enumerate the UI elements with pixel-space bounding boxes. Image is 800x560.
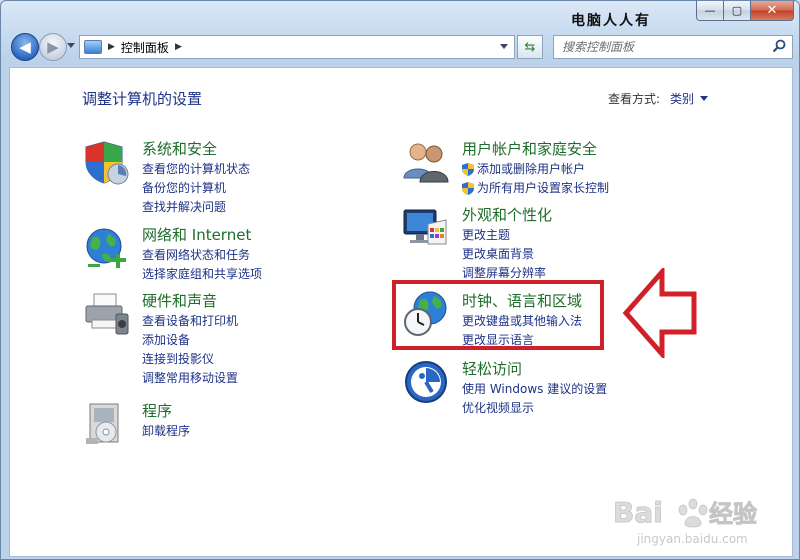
category-title-hardware-sound[interactable]: 硬件和声音 [142,290,402,312]
uac-shield-icon [462,163,474,176]
baidu-watermark: Bai 经验 jingyan.baidu.com [605,488,785,550]
category-title-appearance[interactable]: 外观和个性化 [462,204,722,226]
link-windows-suggested-settings[interactable]: 使用 Windows 建议的设置 [462,380,722,399]
close-button[interactable]: ✕ [751,1,794,21]
link-uninstall-program[interactable]: 卸载程序 [142,422,402,441]
link-add-device[interactable]: 添加设备 [142,331,402,350]
breadcrumb-chevron-icon[interactable]: ▶ [175,42,182,52]
link-view-network-status[interactable]: 查看网络状态和任务 [142,246,402,265]
view-by-label: 查看方式: [608,92,661,106]
window-caption: 电脑人人有 [571,13,651,29]
red-highlight-box [392,280,604,350]
window-buttons: — ▢ ✕ [696,1,794,21]
back-button[interactable]: ◀ [11,33,39,61]
baidu-paw-logo: Bai 经验 jingyan.baidu.com [613,496,758,546]
shield-icon[interactable] [82,138,130,186]
category-title-network-internet[interactable]: 网络和 Internet [142,224,402,246]
control-panel-icon [84,40,102,54]
link-add-remove-accounts[interactable]: 添加或删除用户帐户 [462,160,722,179]
link-homegroup-sharing[interactable]: 选择家庭组和共享选项 [142,265,402,284]
breadcrumb-separator-icon[interactable]: ▶ [108,42,115,52]
programs-icon[interactable] [82,400,130,448]
address-bar[interactable]: ▶ 控制面板 ▶ [79,35,515,59]
view-by-value[interactable]: 类别 [670,90,694,107]
dropdown-arrow-icon[interactable] [700,96,709,101]
category-text: 轻松访问 使用 Windows 建议的设置 优化视频显示 [462,358,722,418]
category-title-ease-of-access[interactable]: 轻松访问 [462,358,722,380]
ease-of-access-icon[interactable] [402,358,450,406]
category-title-programs[interactable]: 程序 [142,400,402,422]
watermark-brand-2: 经验 [709,500,757,528]
category-text: 用户帐户和家庭安全 添加或删除用户帐户 为所有用户设置家长控制 [462,138,722,198]
link-backup-computer[interactable]: 备份您的计算机 [142,179,402,198]
control-panel-window: 电脑人人有 — ▢ ✕ ◀ ▶ ▶ 控制面板 ▶ ⇆ 调整计算机的设置 查看方式… [0,0,800,560]
search-input[interactable] [560,39,770,55]
uac-shield-icon [462,182,474,195]
maximize-button[interactable]: ▢ [724,1,751,21]
category-text: 网络和 Internet 查看网络状态和任务 选择家庭组和共享选项 [142,224,402,284]
link-add-remove-accounts-label[interactable]: 添加或删除用户帐户 [477,160,585,179]
users-icon[interactable] [402,138,450,186]
refresh-icon: ⇆ [524,39,536,55]
watermark-brand: Bai [613,496,663,529]
breadcrumb-control-panel[interactable]: 控制面板 [121,39,169,56]
link-desktop-background[interactable]: 更改桌面背景 [462,245,722,264]
category-title-system-security[interactable]: 系统和安全 [142,138,402,160]
refresh-button[interactable]: ⇆ [517,35,543,59]
link-change-theme[interactable]: 更改主题 [462,226,722,245]
recent-pages-dropdown[interactable] [67,43,75,48]
content-pane: 调整计算机的设置 查看方式: 类别 系统和安全 查看您的计算机状态 备份您的计算… [9,67,793,557]
search-box[interactable] [553,35,793,59]
link-parental-controls-label[interactable]: 为所有用户设置家长控制 [477,179,609,198]
category-text: 系统和安全 查看您的计算机状态 备份您的计算机 查找并解决问题 [142,138,402,217]
forward-button[interactable]: ▶ [39,33,67,61]
category-text: 硬件和声音 查看设备和打印机 添加设备 连接到投影仪 调整常用移动设置 [142,290,402,388]
red-arrow-annotation [622,268,697,358]
link-devices-printers[interactable]: 查看设备和打印机 [142,312,402,331]
minimize-button[interactable]: — [696,1,724,21]
search-icon[interactable] [772,39,786,53]
category-text: 程序 卸载程序 [142,400,402,441]
navigation-bar: ◀ ▶ ▶ 控制面板 ▶ ⇆ [1,29,799,63]
link-find-fix-problems[interactable]: 查找并解决问题 [142,198,402,217]
monitor-paint-icon[interactable] [402,204,450,252]
link-parental-controls[interactable]: 为所有用户设置家长控制 [462,179,722,198]
view-by-dropdown[interactable]: 类别 [670,90,709,107]
link-connect-projector[interactable]: 连接到投影仪 [142,350,402,369]
page-title: 调整计算机的设置 [82,90,203,108]
category-title-user-accounts[interactable]: 用户帐户和家庭安全 [462,138,722,160]
link-optimize-video-display[interactable]: 优化视频显示 [462,399,722,418]
globe-network-icon[interactable] [82,224,130,272]
link-view-computer-status[interactable]: 查看您的计算机状态 [142,160,402,179]
watermark-url: jingyan.baidu.com [636,532,748,546]
printer-icon[interactable] [82,290,130,338]
address-dropdown-icon[interactable] [500,44,508,49]
link-mobility-settings[interactable]: 调整常用移动设置 [142,369,402,388]
